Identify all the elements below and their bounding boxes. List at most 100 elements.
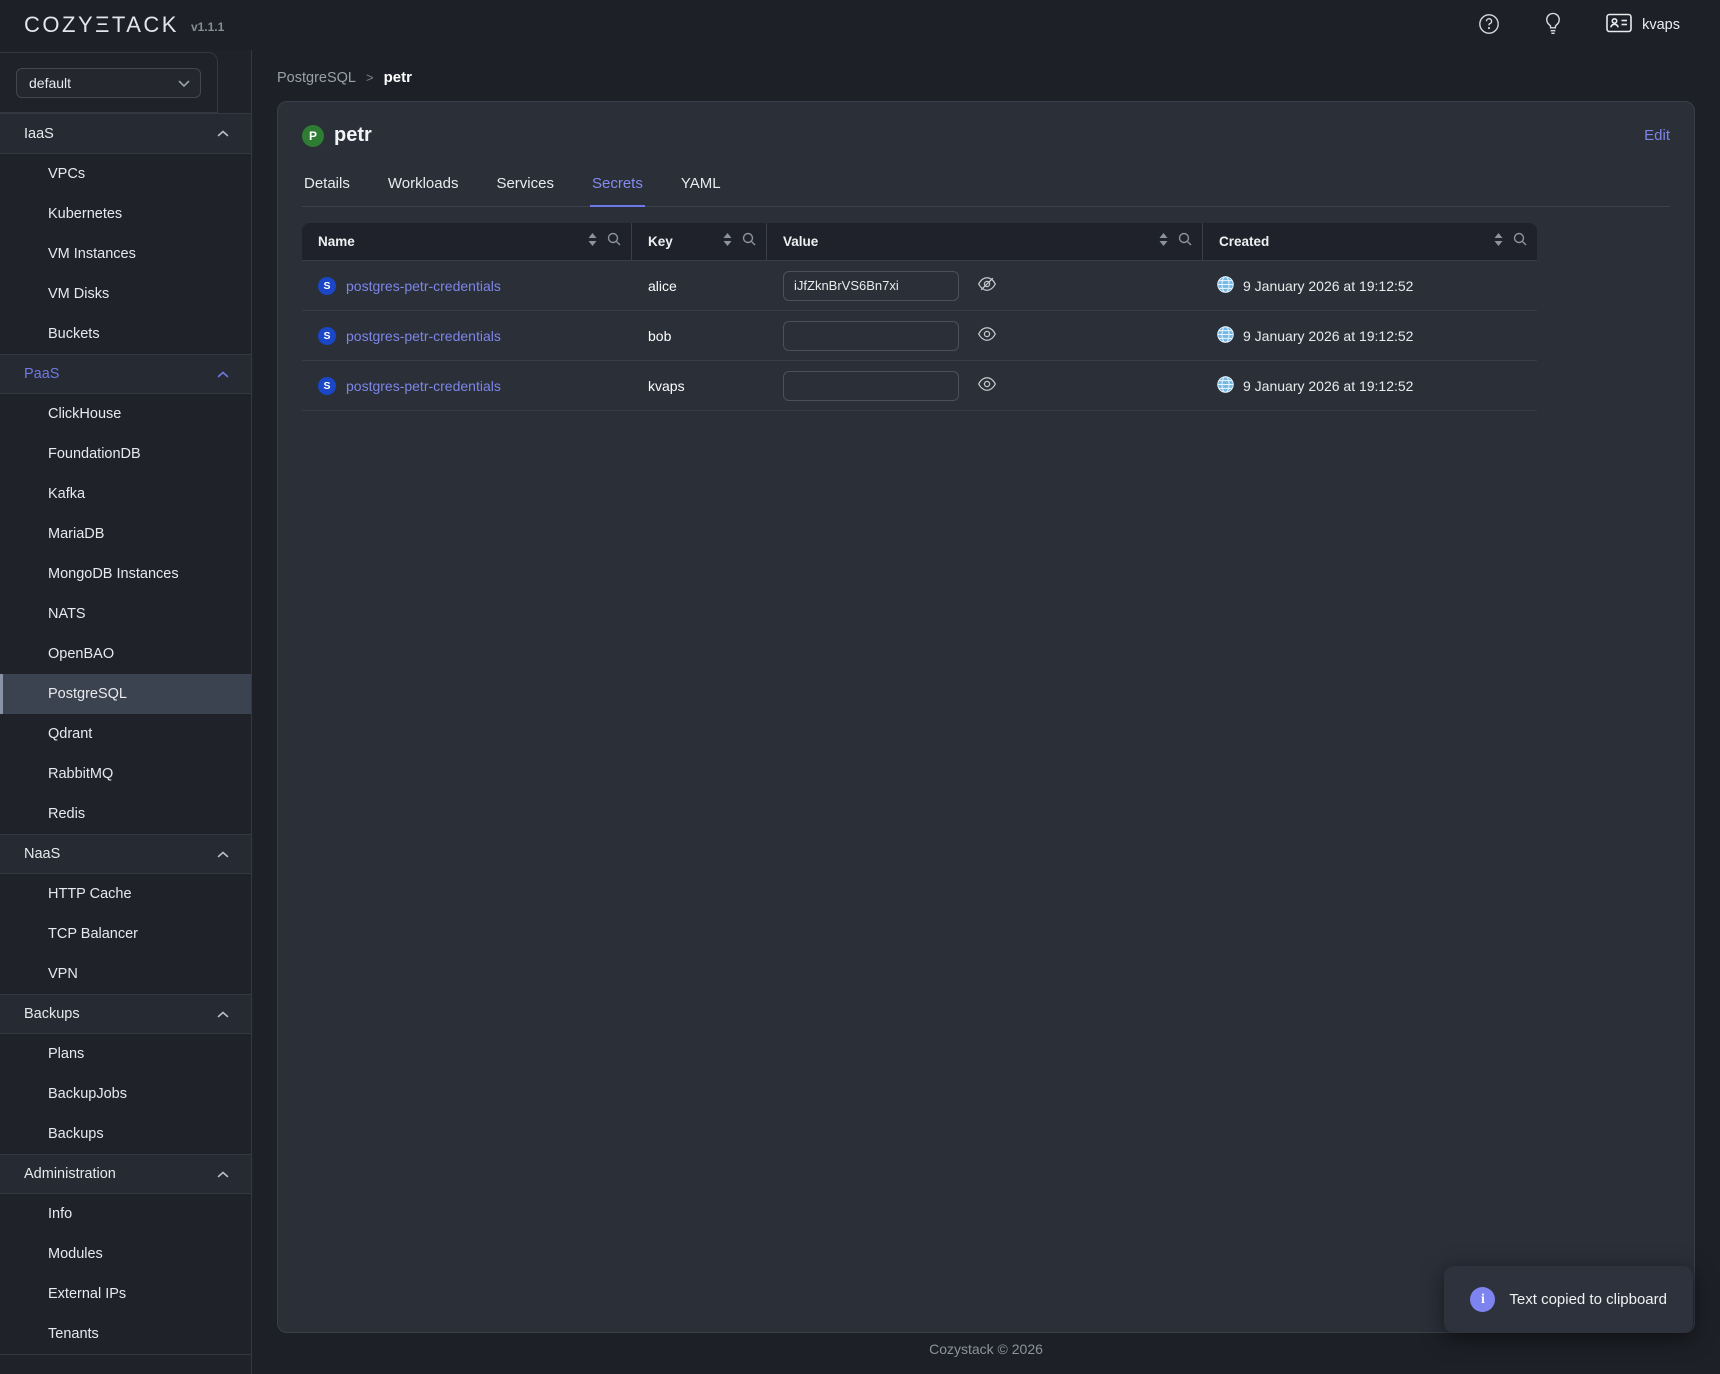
created-timestamp: 9 January 2026 at 19:12:52 [1243, 378, 1413, 394]
sidebar-item-http-cache[interactable]: HTTP Cache [0, 874, 251, 914]
secret-key: bob [648, 328, 671, 344]
sidebar-section-iaas[interactable]: IaaS [0, 114, 251, 154]
secret-link[interactable]: postgres-petr-credentials [346, 328, 501, 344]
hide-value-button[interactable] [977, 274, 997, 297]
secret-value-input[interactable] [783, 271, 959, 301]
search-icon[interactable] [1513, 232, 1527, 251]
secret-link[interactable]: postgres-petr-credentials [346, 278, 501, 294]
column-header-key[interactable]: Key [632, 223, 767, 260]
user-menu[interactable]: kvaps [1606, 13, 1680, 37]
sidebar-item-info[interactable]: Info [0, 1194, 251, 1234]
sidebar-section-label: Administration [24, 1166, 116, 1182]
help-button[interactable] [1478, 13, 1500, 38]
sidebar-item-vpcs[interactable]: VPCs [0, 154, 251, 194]
tab-details[interactable]: Details [302, 175, 352, 207]
footer-copyright: Cozystack © 2026 [277, 1341, 1695, 1357]
table-row: S postgres-petr-credentials kvaps [302, 361, 1537, 411]
tenant-select[interactable]: default [16, 68, 201, 98]
sidebar-item-vm-instances[interactable]: VM Instances [0, 234, 251, 274]
sort-icon[interactable] [1159, 233, 1168, 251]
tab-services[interactable]: Services [494, 175, 556, 207]
globe-icon [1217, 276, 1234, 296]
sidebar-item-backupjobs[interactable]: BackupJobs [0, 1074, 251, 1114]
user-name: kvaps [1642, 17, 1680, 33]
sidebar-section-backups[interactable]: Backups [0, 994, 251, 1034]
sidebar-section-label: NaaS [24, 846, 60, 862]
column-header-name[interactable]: Name [302, 223, 632, 260]
secret-icon: S [318, 377, 336, 395]
sidebar-item-mongodb-instances[interactable]: MongoDB Instances [0, 554, 251, 594]
created-timestamp: 9 January 2026 at 19:12:52 [1243, 278, 1413, 294]
sidebar-item-buckets[interactable]: Buckets [0, 314, 251, 354]
show-value-button[interactable] [977, 374, 997, 397]
chevron-down-icon [178, 75, 190, 91]
main-content: PostgreSQL > petr P petr Edit Details Wo… [252, 50, 1720, 1374]
table-row: S postgres-petr-credentials bob [302, 311, 1537, 361]
sidebar-item-clickhouse[interactable]: ClickHouse [0, 394, 251, 434]
sidebar-item-redis[interactable]: Redis [0, 794, 251, 834]
secret-value-input[interactable] [783, 371, 959, 401]
sidebar-item-external-ips[interactable]: External IPs [0, 1274, 251, 1314]
created-timestamp: 9 January 2026 at 19:12:52 [1243, 328, 1413, 344]
chevron-up-icon [217, 1011, 229, 1018]
sidebar-section-label: Backups [24, 1006, 80, 1022]
chevron-up-icon [217, 1171, 229, 1178]
sidebar-section-label: IaaS [24, 126, 54, 142]
toast-notification: i Text copied to clipboard [1444, 1266, 1693, 1333]
tab-workloads[interactable]: Workloads [386, 175, 461, 207]
toast-message: Text copied to clipboard [1509, 1291, 1667, 1308]
chevron-up-icon [217, 851, 229, 858]
secret-key: alice [648, 278, 677, 294]
sidebar-section-naas[interactable]: NaaS [0, 834, 251, 874]
sidebar-item-postgresql[interactable]: PostgreSQL [0, 674, 251, 714]
sidebar-item-qdrant[interactable]: Qdrant [0, 714, 251, 754]
column-header-created[interactable]: Created [1203, 223, 1537, 260]
sidebar-item-foundationdb[interactable]: FoundationDB [0, 434, 251, 474]
sidebar-item-backups[interactable]: Backups [0, 1114, 251, 1154]
sidebar-item-mariadb[interactable]: MariaDB [0, 514, 251, 554]
theme-toggle-button[interactable] [1544, 12, 1562, 38]
edit-button[interactable]: Edit [1644, 127, 1670, 144]
column-label: Value [783, 234, 818, 249]
card-header: P petr Edit [302, 124, 1670, 147]
search-icon[interactable] [607, 232, 621, 251]
secret-value-input[interactable] [783, 321, 959, 351]
page-title: petr [334, 124, 372, 147]
secret-icon-letter: S [323, 330, 330, 342]
tab-secrets[interactable]: Secrets [590, 175, 645, 207]
globe-icon [1217, 376, 1234, 396]
chevron-up-icon [217, 371, 229, 378]
sidebar-item-tenants[interactable]: Tenants [0, 1314, 251, 1354]
sidebar-item-plans[interactable]: Plans [0, 1034, 251, 1074]
tab-yaml[interactable]: YAML [679, 175, 723, 207]
table-header: Name Key Value [302, 223, 1537, 261]
sidebar-items-paas: ClickHouse FoundationDB Kafka MariaDB Mo… [0, 394, 251, 834]
sidebar-item-tcp-balancer[interactable]: TCP Balancer [0, 914, 251, 954]
sidebar-item-rabbitmq[interactable]: RabbitMQ [0, 754, 251, 794]
sidebar-item-modules[interactable]: Modules [0, 1234, 251, 1274]
sidebar-section-paas[interactable]: PaaS [0, 354, 251, 394]
sort-icon[interactable] [588, 233, 597, 251]
secret-link[interactable]: postgres-petr-credentials [346, 378, 501, 394]
sort-icon[interactable] [1494, 233, 1503, 251]
search-icon[interactable] [1178, 232, 1192, 251]
app-logo: COZYΞTACK [24, 12, 179, 38]
sidebar-item-kubernetes[interactable]: Kubernetes [0, 194, 251, 234]
sidebar-section-label: PaaS [24, 366, 59, 382]
resource-avatar: P [302, 125, 324, 147]
sidebar-item-nats[interactable]: NATS [0, 594, 251, 634]
sort-icon[interactable] [723, 233, 732, 251]
show-value-button[interactable] [977, 324, 997, 347]
column-header-value[interactable]: Value [767, 223, 1203, 260]
sidebar-item-openbao[interactable]: OpenBAO [0, 634, 251, 674]
breadcrumb-postgresql-link[interactable]: PostgreSQL [277, 70, 356, 86]
column-label: Name [318, 234, 355, 249]
eye-icon [977, 324, 997, 347]
sidebar: default IaaS VPCs Kubernetes VM Instance… [0, 50, 252, 1374]
sidebar-section-administration[interactable]: Administration [0, 1154, 251, 1194]
sidebar-item-vm-disks[interactable]: VM Disks [0, 274, 251, 314]
avatar-letter: P [309, 129, 317, 143]
sidebar-item-vpn[interactable]: VPN [0, 954, 251, 994]
sidebar-item-kafka[interactable]: Kafka [0, 474, 251, 514]
search-icon[interactable] [742, 232, 756, 251]
